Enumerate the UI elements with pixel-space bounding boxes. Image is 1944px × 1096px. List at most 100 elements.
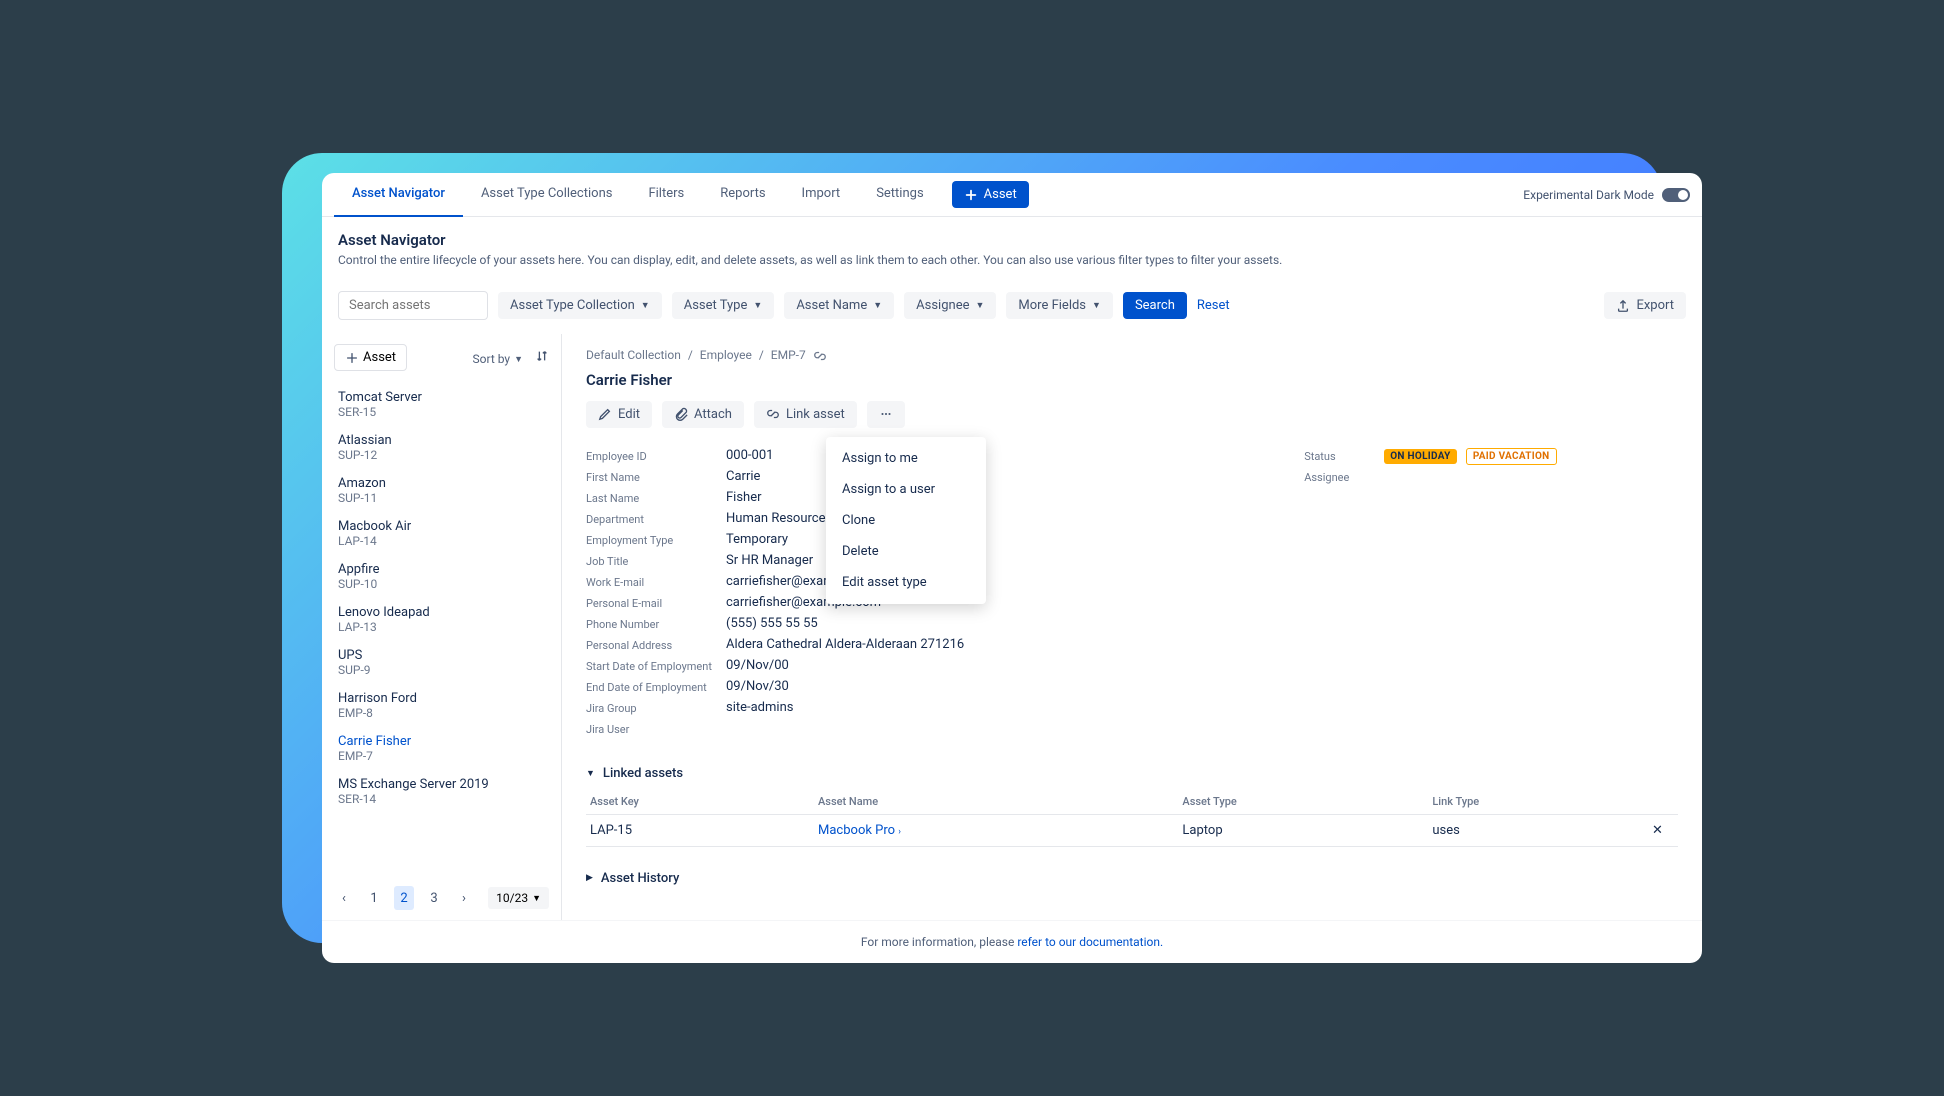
filter-asset-type[interactable]: Asset Type ▼	[672, 292, 775, 319]
footer: For more information, please refer to ou…	[322, 920, 1702, 963]
pencil-icon	[598, 407, 612, 421]
asset-key: LAP-14	[338, 534, 545, 548]
chevron-down-icon: ▼	[873, 300, 882, 311]
page-number[interactable]: 1	[364, 886, 384, 910]
dropdown-item-assign-to-a-user[interactable]: Assign to a user	[826, 474, 986, 505]
edit-button[interactable]: Edit	[586, 401, 652, 428]
filter-asset-name[interactable]: Asset Name ▼	[784, 292, 894, 319]
asset-name: Lenovo Ideapad	[338, 605, 545, 620]
dropdown-item-edit-asset-type[interactable]: Edit asset type	[826, 567, 986, 598]
linked-assets-toggle[interactable]: ▼ Linked assets	[586, 766, 1678, 781]
sidebar-asset-item[interactable]: Lenovo IdeapadLAP-13	[334, 598, 549, 641]
breadcrumb: Default Collection / Employee / EMP-7	[586, 348, 1678, 363]
dropdown-item-assign-to-me[interactable]: Assign to me	[826, 443, 986, 474]
search-input[interactable]	[338, 291, 488, 320]
toggle-icon	[1662, 188, 1690, 202]
reset-button[interactable]: Reset	[1197, 298, 1230, 313]
nav-tab-settings[interactable]: Settings	[858, 173, 941, 217]
field-label: Employment Type	[586, 532, 726, 547]
add-asset-button[interactable]: Asset	[952, 181, 1029, 208]
dropdown-item-delete[interactable]: Delete	[826, 536, 986, 567]
linked-name-link[interactable]: Macbook Pro	[818, 823, 895, 838]
link-icon	[766, 407, 780, 421]
page-next[interactable]: ›	[454, 886, 474, 910]
attach-button[interactable]: Attach	[662, 401, 744, 428]
page-prev[interactable]: ‹	[334, 886, 354, 910]
chevron-down-icon: ▼	[586, 768, 595, 779]
filter-asset-type-collection[interactable]: Asset Type Collection ▼	[498, 292, 662, 319]
link-asset-button[interactable]: Link asset	[754, 401, 857, 428]
filter-more-fields[interactable]: More Fields ▼	[1006, 292, 1113, 319]
sort-by-dropdown[interactable]: Sort by ▼	[473, 352, 524, 366]
sidebar-asset-item[interactable]: Harrison FordEMP-8	[334, 684, 549, 727]
pagination: ‹ 123 › 10/23 ▼	[334, 872, 549, 910]
field-label: Jira Group	[586, 700, 726, 715]
field-row: Personal AddressAldera Cathedral Aldera-…	[586, 637, 964, 652]
asset-name: Appfire	[338, 562, 545, 577]
more-actions-button[interactable]	[867, 401, 905, 428]
breadcrumb-item[interactable]: Default Collection	[586, 348, 681, 362]
asset-name: Atlassian	[338, 433, 545, 448]
sort-icon	[535, 349, 549, 363]
asset-detail: Default Collection / Employee / EMP-7 Ca…	[562, 334, 1702, 920]
field-row: Jira Groupsite-admins	[586, 700, 964, 715]
sidebar-add-asset-button[interactable]: Asset	[334, 344, 407, 371]
asset-history-toggle[interactable]: ▶ Asset History	[586, 871, 1678, 886]
nav-tab-asset-type-collections[interactable]: Asset Type Collections	[463, 173, 631, 217]
asset-name: MS Exchange Server 2019	[338, 777, 545, 792]
add-asset-label: Asset	[984, 187, 1017, 202]
export-icon	[1616, 299, 1630, 313]
sidebar-asset-item[interactable]: Tomcat ServerSER-15	[334, 383, 549, 426]
nav-tab-reports[interactable]: Reports	[702, 173, 783, 217]
field-label: Last Name	[586, 490, 726, 505]
export-button[interactable]: Export	[1604, 292, 1686, 319]
page-title: Asset Navigator	[338, 231, 1686, 249]
filter-assignee[interactable]: Assignee ▼	[904, 292, 996, 319]
breadcrumb-item[interactable]: EMP-7	[771, 348, 806, 362]
table-header: Link Type	[1428, 789, 1648, 815]
sidebar-asset-item[interactable]: Macbook AirLAP-14	[334, 512, 549, 555]
status-badge: PAID VACATION	[1466, 448, 1557, 465]
nav-tab-asset-navigator[interactable]: Asset Navigator	[334, 173, 463, 217]
field-label: Jira User	[586, 721, 726, 736]
sidebar-asset-item[interactable]: AmazonSUP-11	[334, 469, 549, 512]
chevron-right-icon: ›	[898, 827, 901, 837]
chevron-down-icon: ▼	[753, 300, 762, 311]
sidebar-asset-item[interactable]: UPSSUP-9	[334, 641, 549, 684]
page-number[interactable]: 2	[394, 886, 414, 910]
dark-mode-label: Experimental Dark Mode	[1523, 188, 1654, 202]
documentation-link[interactable]: refer to our documentation.	[1017, 935, 1163, 949]
nav-tab-import[interactable]: Import	[784, 173, 859, 217]
page-number[interactable]: 3	[424, 886, 444, 910]
linked-assets-table: Asset KeyAsset NameAsset TypeLink Type L…	[586, 789, 1678, 847]
chevron-down-icon: ▼	[1092, 300, 1101, 311]
field-label: Start Date of Employment	[586, 658, 726, 673]
dropdown-item-clone[interactable]: Clone	[826, 505, 986, 536]
page-size-select[interactable]: 10/23 ▼	[488, 887, 549, 909]
chevron-down-icon: ▼	[514, 354, 523, 365]
dark-mode-toggle[interactable]: Experimental Dark Mode	[1523, 188, 1690, 202]
breadcrumb-item[interactable]: Employee	[700, 348, 752, 362]
sidebar-asset-item[interactable]: AtlassianSUP-12	[334, 426, 549, 469]
sort-direction-button[interactable]	[535, 349, 549, 363]
sidebar-asset-item[interactable]: Carrie FisherEMP-7	[334, 727, 549, 770]
sidebar-asset-item[interactable]: MS Exchange Server 2019SER-14	[334, 770, 549, 813]
field-value: Human Resources	[726, 511, 832, 526]
remove-link-button[interactable]: ✕	[1648, 814, 1678, 846]
field-label: Employee ID	[586, 448, 726, 463]
chevron-down-icon: ▼	[975, 300, 984, 311]
asset-name: Amazon	[338, 476, 545, 491]
search-button[interactable]: Search	[1123, 292, 1187, 319]
table-header: Asset Name	[814, 789, 1178, 815]
assignee-label: Assignee	[1304, 469, 1384, 484]
field-row: Jira User	[586, 721, 964, 736]
sidebar-asset-item[interactable]: AppfireSUP-10	[334, 555, 549, 598]
field-label: Personal Address	[586, 637, 726, 652]
table-header: Asset Type	[1178, 789, 1428, 815]
field-value: 09/Nov/30	[726, 679, 789, 694]
nav-tab-filters[interactable]: Filters	[630, 173, 702, 217]
link-icon[interactable]	[813, 349, 827, 363]
field-label: End Date of Employment	[586, 679, 726, 694]
field-value: 000-001	[726, 448, 773, 463]
asset-name: Carrie Fisher	[338, 734, 545, 749]
